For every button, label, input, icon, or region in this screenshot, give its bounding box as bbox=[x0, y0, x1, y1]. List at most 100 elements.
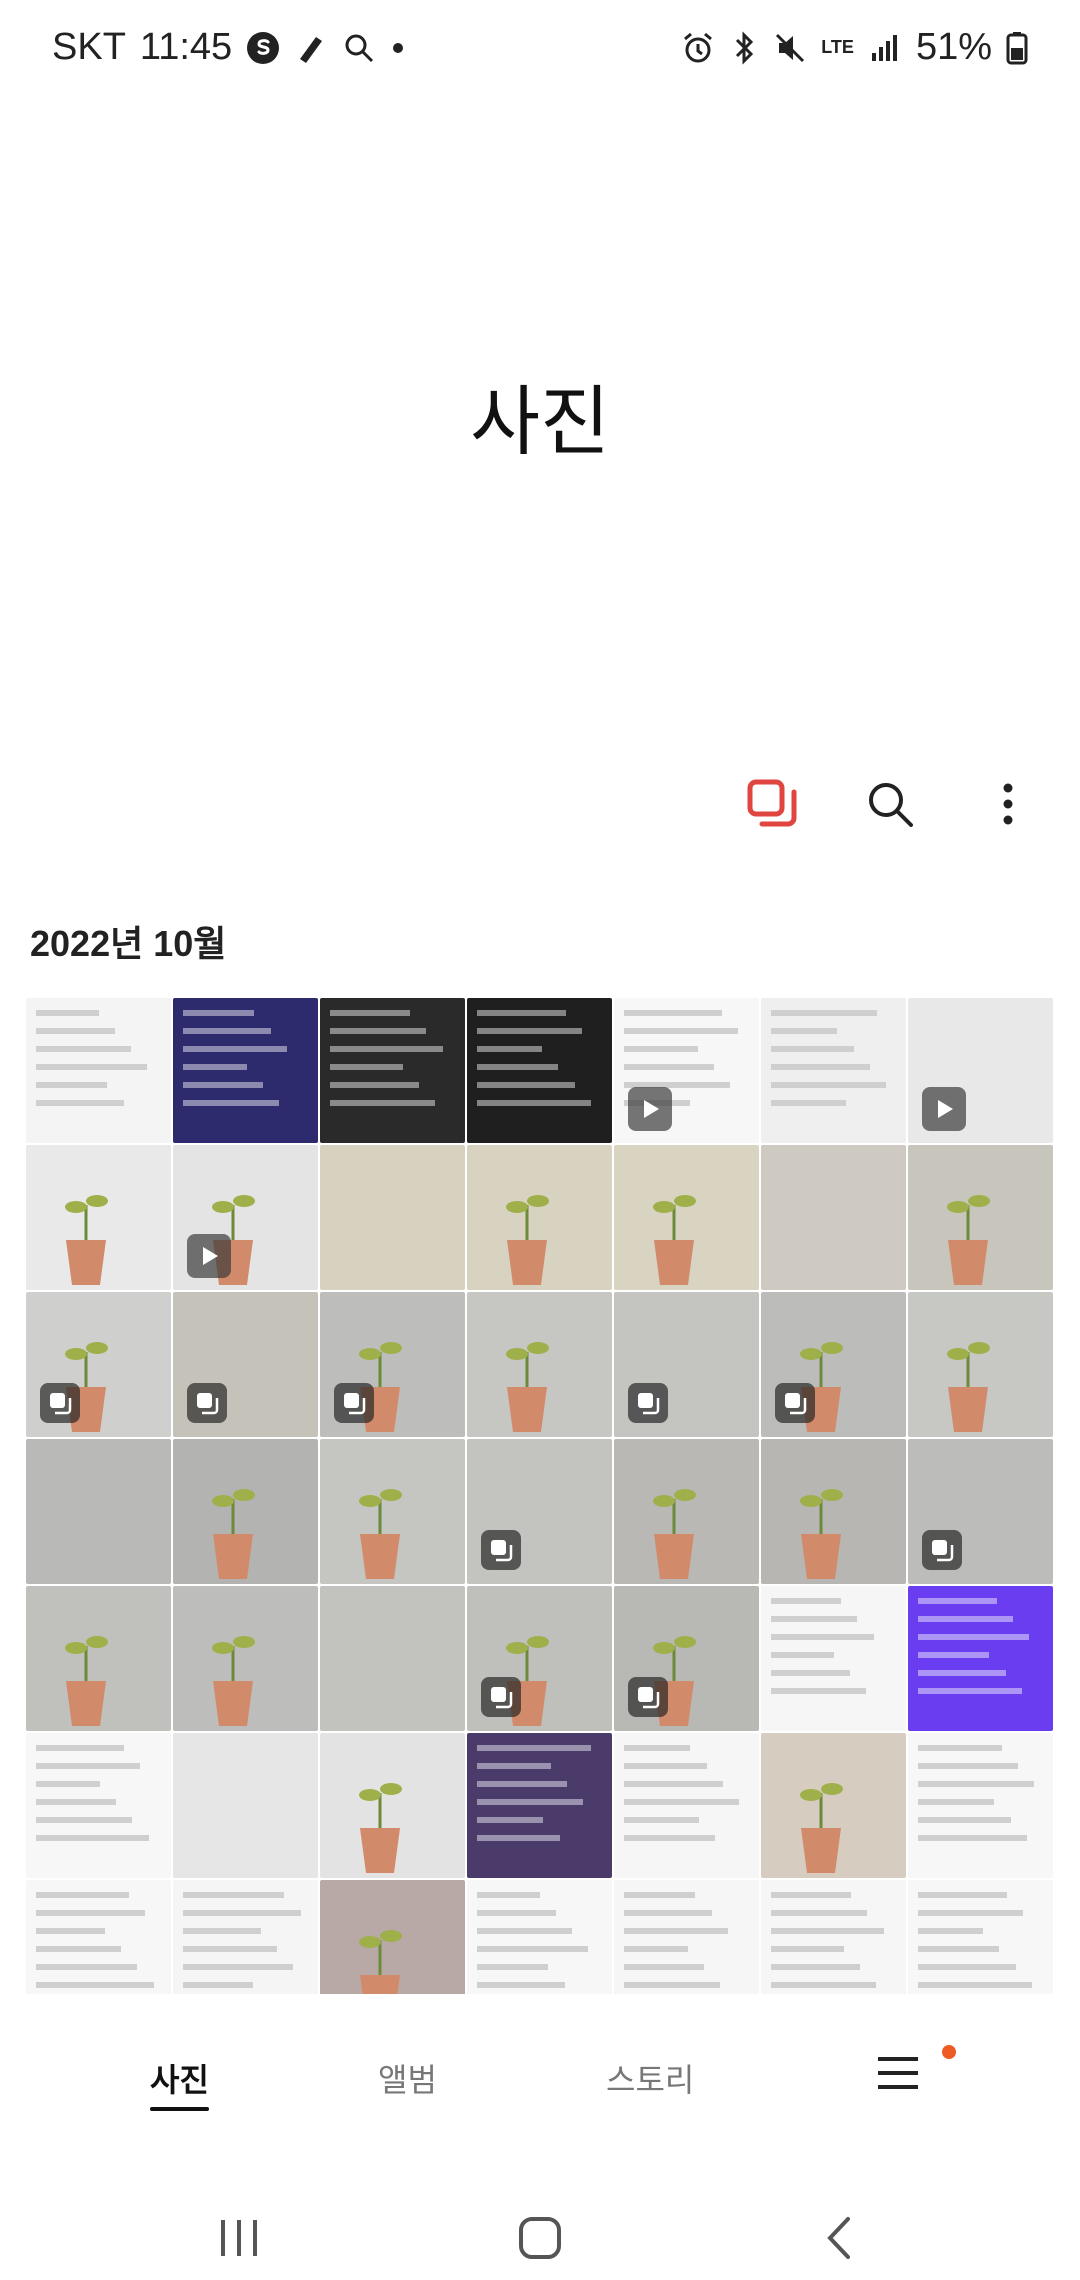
system-navigation-bar bbox=[0, 2180, 1080, 2280]
photo-thumbnail[interactable] bbox=[761, 1586, 906, 1731]
more-options-button[interactable] bbox=[972, 770, 1044, 842]
photo-thumbnail[interactable] bbox=[26, 1292, 171, 1437]
section-date-header: 2022년 10월 bbox=[30, 923, 227, 964]
screenshot-content-graphic bbox=[771, 1010, 896, 1118]
bottom-navigation: 사진 앨범 스토리 bbox=[0, 2015, 1080, 2135]
photo-thumbnail[interactable] bbox=[908, 1439, 1053, 1584]
photo-thumbnail[interactable] bbox=[173, 1292, 318, 1437]
photo-thumbnail[interactable] bbox=[320, 1880, 465, 1994]
more-vert-icon bbox=[998, 778, 1018, 835]
plant-photo-graphic bbox=[761, 1145, 906, 1290]
photo-thumbnail[interactable] bbox=[761, 1733, 906, 1878]
gallery-toolbar bbox=[736, 770, 1044, 842]
plant-photo-graphic bbox=[320, 1145, 465, 1290]
photo-thumbnail[interactable] bbox=[614, 1292, 759, 1437]
photo-thumbnail[interactable] bbox=[320, 1586, 465, 1731]
photo-thumbnail[interactable] bbox=[467, 998, 612, 1143]
photo-thumbnail[interactable] bbox=[467, 1880, 612, 1994]
more-notifications-dot-icon bbox=[390, 40, 406, 56]
status-left: SKT 11:45 bbox=[52, 26, 406, 69]
back-chevron-icon bbox=[820, 2215, 860, 2266]
photo-thumbnail[interactable] bbox=[26, 1733, 171, 1878]
photo-thumbnail[interactable] bbox=[761, 998, 906, 1143]
plant-photo-graphic bbox=[359, 1489, 402, 1579]
photo-thumbnail[interactable] bbox=[173, 1586, 318, 1731]
photo-thumbnail[interactable] bbox=[908, 1586, 1053, 1731]
mute-icon bbox=[773, 31, 807, 65]
video-play-icon bbox=[187, 1234, 231, 1278]
photo-thumbnail[interactable] bbox=[614, 998, 759, 1143]
plant-photo-graphic bbox=[212, 1636, 255, 1726]
photo-thumbnail[interactable] bbox=[320, 1145, 465, 1290]
photo-thumbnail[interactable] bbox=[320, 1439, 465, 1584]
home-icon bbox=[517, 2215, 563, 2266]
search-notification-icon bbox=[342, 31, 376, 65]
photo-thumbnail[interactable] bbox=[908, 1733, 1053, 1878]
tab-stories[interactable]: 스토리 bbox=[606, 2055, 694, 2101]
photo-thumbnail[interactable] bbox=[26, 1880, 171, 1994]
photo-thumbnail[interactable] bbox=[761, 1880, 906, 1994]
photo-thumbnail[interactable] bbox=[908, 1292, 1053, 1437]
photo-grid bbox=[26, 998, 1054, 1994]
photo-thumbnail[interactable] bbox=[467, 1292, 612, 1437]
plant-photo-graphic bbox=[800, 1489, 843, 1579]
photo-thumbnail[interactable] bbox=[614, 1145, 759, 1290]
video-play-icon bbox=[628, 1087, 672, 1131]
burst-shot-icon bbox=[628, 1677, 668, 1717]
photo-thumbnail[interactable] bbox=[173, 1439, 318, 1584]
select-mode-button[interactable] bbox=[736, 770, 808, 842]
screenshot-content-graphic bbox=[771, 1892, 896, 1994]
menu-button[interactable] bbox=[868, 2045, 928, 2105]
photo-thumbnail[interactable] bbox=[614, 1733, 759, 1878]
photo-thumbnail[interactable] bbox=[908, 1145, 1053, 1290]
photo-thumbnail[interactable] bbox=[173, 1880, 318, 1994]
photo-thumbnail[interactable] bbox=[761, 1145, 906, 1290]
photo-thumbnail[interactable] bbox=[467, 1439, 612, 1584]
photo-thumbnail[interactable] bbox=[320, 998, 465, 1143]
search-button[interactable] bbox=[854, 770, 926, 842]
burst-shot-icon bbox=[775, 1383, 815, 1423]
photo-thumbnail[interactable] bbox=[614, 1439, 759, 1584]
photo-thumbnail[interactable] bbox=[26, 1145, 171, 1290]
photo-thumbnail[interactable] bbox=[908, 1880, 1053, 1994]
tab-photos[interactable]: 사진 bbox=[150, 2055, 209, 2111]
plant-photo-graphic bbox=[653, 1195, 696, 1285]
photo-thumbnail[interactable] bbox=[26, 1439, 171, 1584]
battery-icon bbox=[1006, 31, 1028, 65]
photo-thumbnail[interactable] bbox=[173, 1733, 318, 1878]
screenshot-content-graphic bbox=[918, 1598, 1043, 1706]
photo-thumbnail[interactable] bbox=[614, 1880, 759, 1994]
plant-photo-graphic bbox=[947, 1195, 990, 1285]
plant-photo-graphic bbox=[65, 1195, 108, 1285]
burst-shot-icon bbox=[628, 1383, 668, 1423]
photo-thumbnail[interactable] bbox=[320, 1292, 465, 1437]
tab-albums[interactable]: 앨범 bbox=[378, 2055, 437, 2101]
photo-thumbnail[interactable] bbox=[908, 998, 1053, 1143]
photo-thumbnail[interactable] bbox=[320, 1733, 465, 1878]
back-button[interactable] bbox=[800, 2200, 880, 2280]
screenshot-content-graphic bbox=[330, 1010, 455, 1118]
video-play-icon bbox=[922, 1087, 966, 1131]
search-icon bbox=[864, 778, 916, 835]
page-title: 사진 bbox=[470, 380, 610, 465]
recent-apps-button[interactable] bbox=[200, 2200, 280, 2280]
battery-percent: 51% bbox=[915, 26, 992, 68]
burst-shot-icon bbox=[187, 1383, 227, 1423]
plant-photo-graphic bbox=[26, 1439, 171, 1584]
photo-thumbnail[interactable] bbox=[467, 1733, 612, 1878]
plant-photo-graphic bbox=[212, 1489, 255, 1579]
photo-thumbnail[interactable] bbox=[467, 1586, 612, 1731]
photo-thumbnail[interactable] bbox=[467, 1145, 612, 1290]
photo-thumbnail[interactable] bbox=[761, 1439, 906, 1584]
alarm-icon bbox=[681, 31, 715, 65]
photo-thumbnail[interactable] bbox=[173, 1145, 318, 1290]
photo-thumbnail[interactable] bbox=[26, 998, 171, 1143]
photo-thumbnail[interactable] bbox=[614, 1586, 759, 1731]
photo-thumbnail[interactable] bbox=[26, 1586, 171, 1731]
photo-thumbnail[interactable] bbox=[761, 1292, 906, 1437]
burst-shot-icon bbox=[334, 1383, 374, 1423]
home-button[interactable] bbox=[500, 2200, 580, 2280]
photo-thumbnail[interactable] bbox=[173, 998, 318, 1143]
lte-label: LTE bbox=[821, 37, 854, 57]
screenshot-content-graphic bbox=[918, 1745, 1043, 1853]
